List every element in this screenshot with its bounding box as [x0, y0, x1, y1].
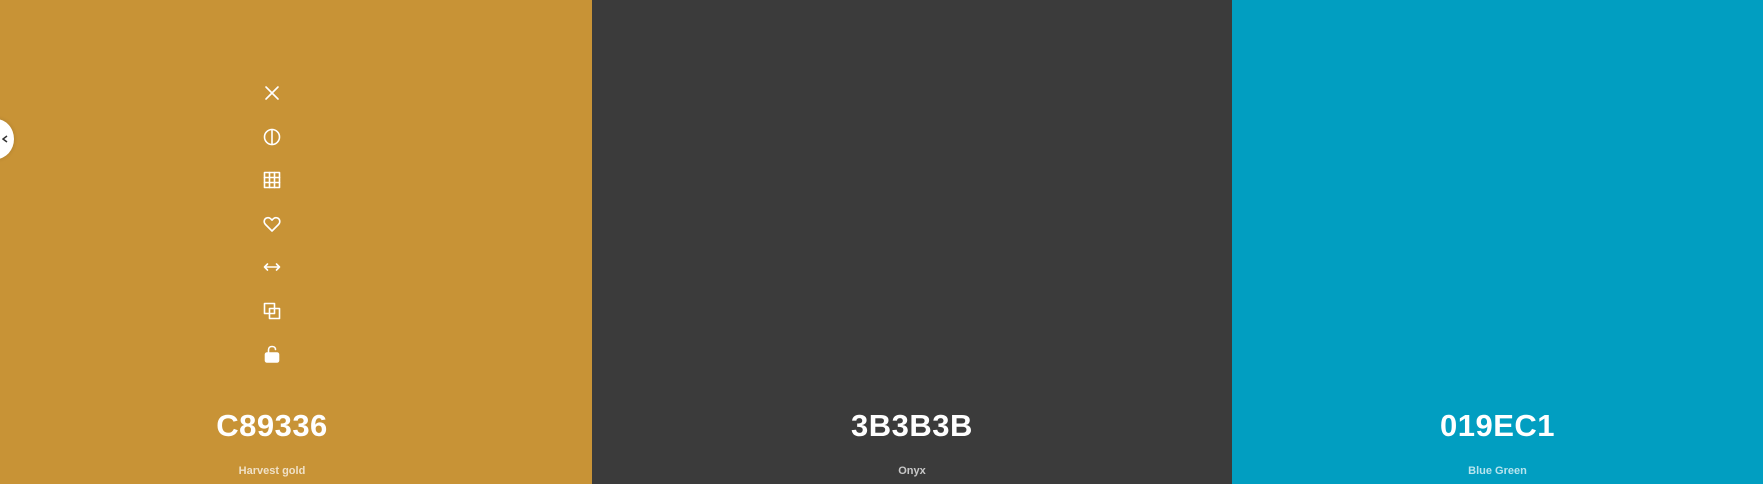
color-palette: C89336 Harvest gold 3B3B3B Onyx 019EC1 B… — [0, 0, 1763, 484]
color-name[interactable]: Onyx — [592, 463, 1232, 479]
color-swatch-harvest-gold[interactable]: C89336 Harvest gold — [0, 0, 592, 484]
view-shades-grid-button[interactable] — [254, 162, 290, 198]
shades-button[interactable] — [254, 119, 290, 155]
color-swatch-onyx[interactable]: 3B3B3B Onyx — [592, 0, 1232, 484]
color-hex-code[interactable]: C89336 — [0, 404, 544, 448]
swatch-toolbar — [0, 75, 544, 380]
lock-color-button[interactable] — [254, 336, 290, 372]
resize-arrows-icon — [263, 263, 281, 271]
color-hex-code[interactable]: 3B3B3B — [592, 404, 1232, 448]
remove-color-button[interactable] — [254, 75, 290, 111]
color-swatch-blue-green[interactable]: 019EC1 Blue Green — [1232, 0, 1763, 484]
heart-icon — [263, 216, 281, 232]
close-icon — [265, 86, 279, 100]
color-name[interactable]: Harvest gold — [0, 463, 544, 479]
save-color-button[interactable] — [254, 206, 290, 242]
copy-icon — [263, 302, 281, 319]
color-hex-code[interactable]: 019EC1 — [1232, 404, 1763, 448]
copy-color-button[interactable] — [254, 293, 290, 329]
color-name[interactable]: Blue Green — [1232, 463, 1763, 479]
contrast-icon — [263, 128, 281, 145]
drag-color-button[interactable] — [254, 249, 290, 285]
grid-icon — [263, 171, 281, 189]
unlock-icon — [264, 345, 280, 363]
